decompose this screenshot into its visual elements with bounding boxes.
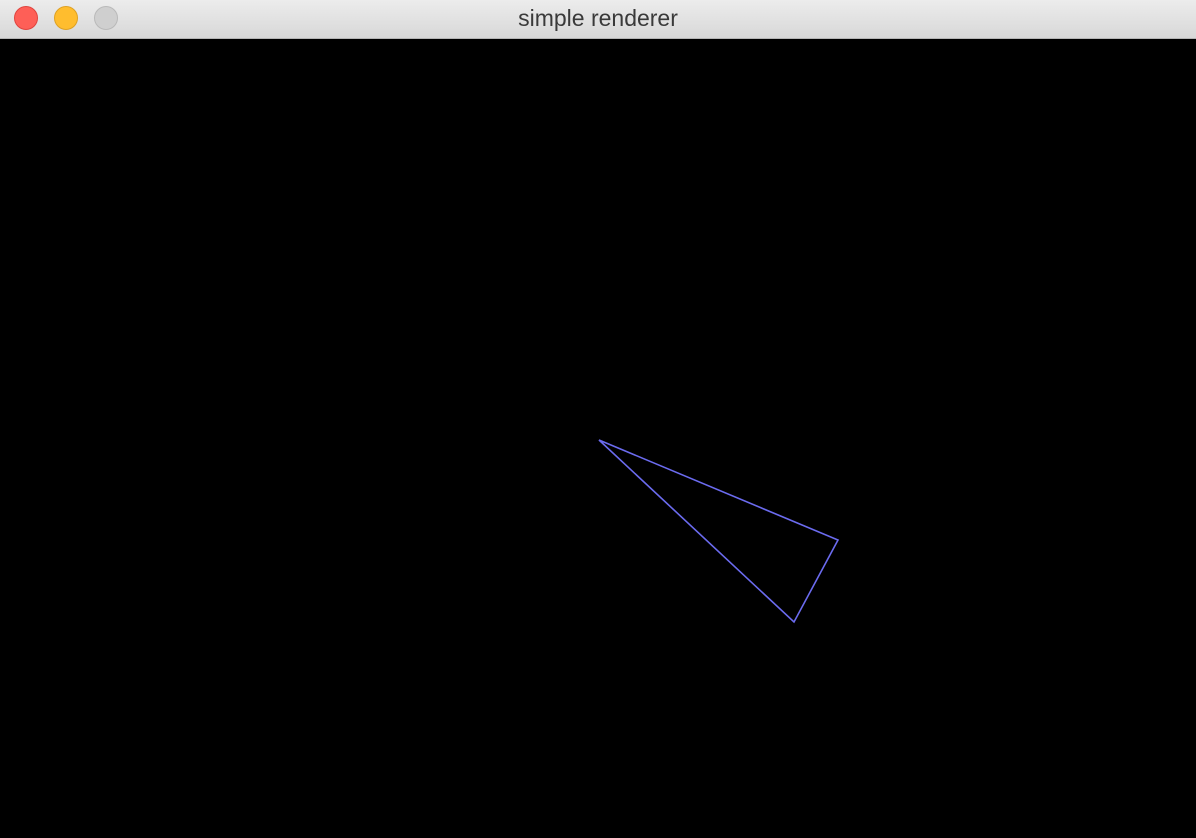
render-surface bbox=[598, 439, 840, 624]
wireframe-triangle bbox=[598, 439, 840, 624]
title-bar[interactable]: simple renderer bbox=[0, 0, 1196, 39]
render-canvas[interactable] bbox=[0, 39, 1196, 838]
app-window: simple renderer bbox=[0, 0, 1196, 838]
window-title: simple renderer bbox=[518, 5, 678, 31]
